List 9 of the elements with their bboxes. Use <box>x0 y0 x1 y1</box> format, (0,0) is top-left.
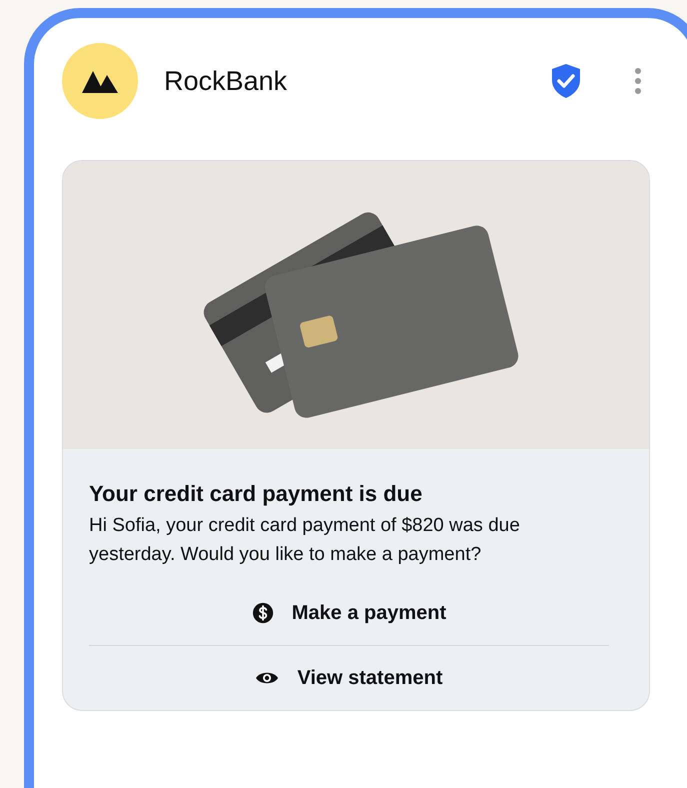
action-button[interactable]: Make a payment <box>89 581 609 645</box>
eye-icon <box>255 670 280 686</box>
action-button[interactable]: View statement <box>89 646 609 710</box>
message-title: Your credit card payment is due <box>89 480 424 508</box>
message-body: Hi Sofia, your credit card payment of $820 was due yesterday. Would you like to make a payment? <box>89 514 521 567</box>
dollar-icon <box>252 602 274 624</box>
bank-name: RockBank <box>164 64 288 98</box>
shield-check-icon <box>550 63 582 99</box>
mountain-icon <box>82 69 118 93</box>
